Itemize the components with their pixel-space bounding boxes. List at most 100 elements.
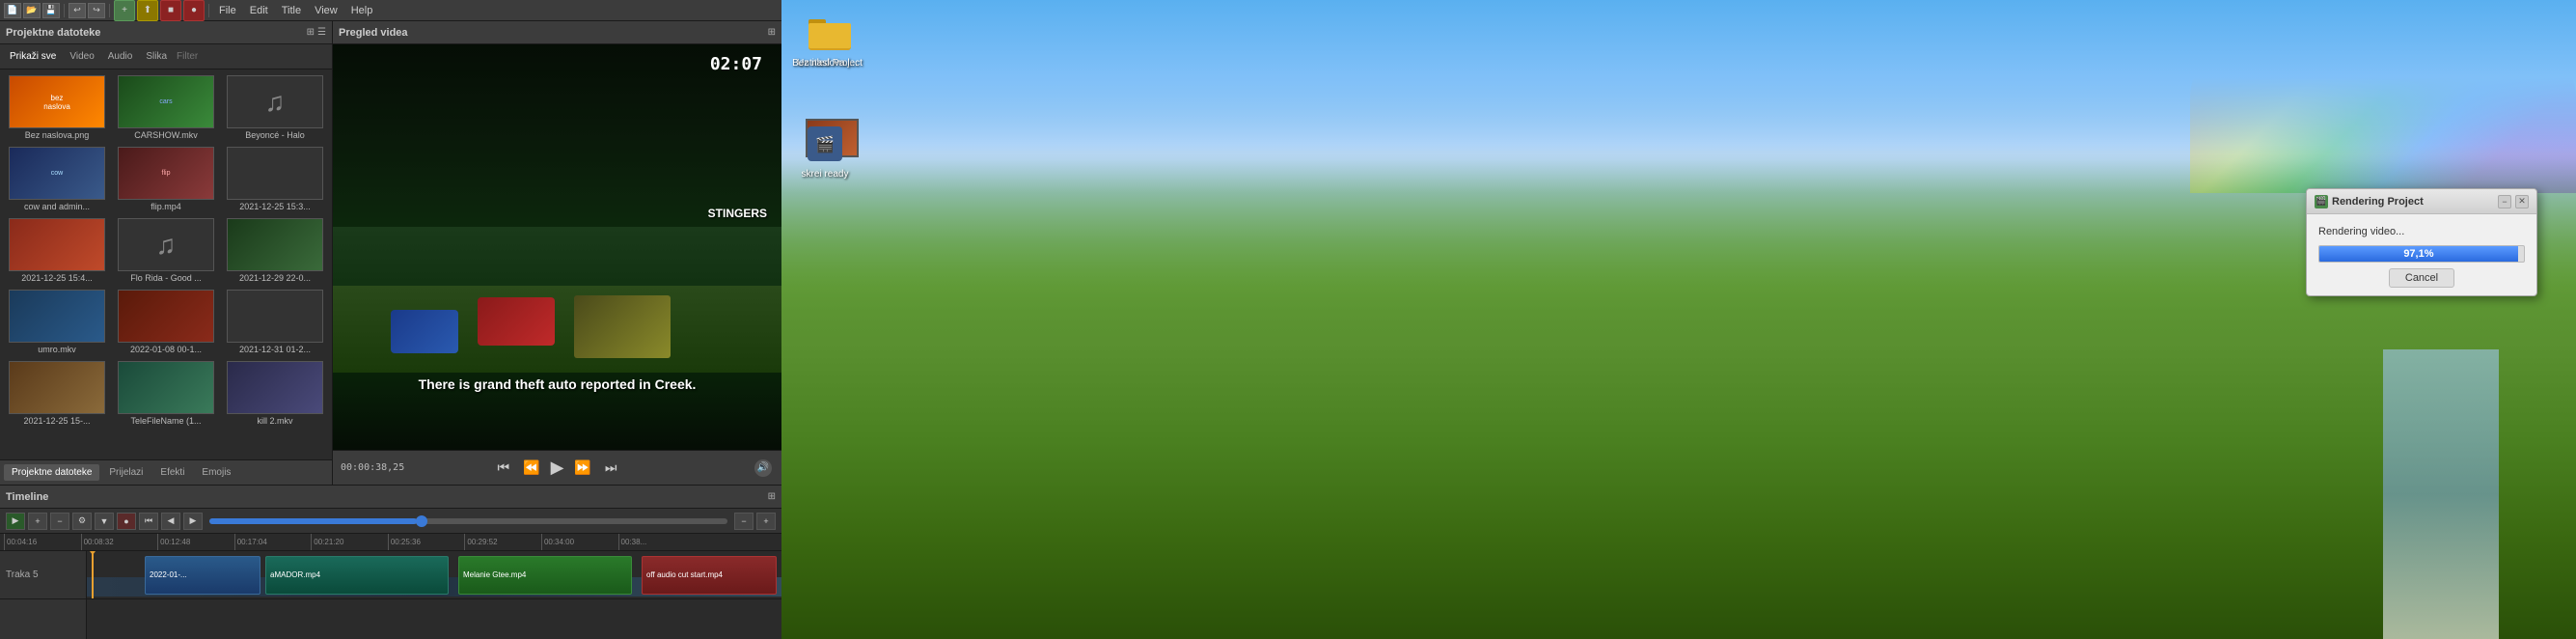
file-item[interactable]: 2021-12-29 22-0... [222, 216, 328, 285]
skip-to-start-btn[interactable]: ⏮ [495, 457, 513, 479]
clip[interactable]: aMADOR.mp4 [265, 556, 449, 595]
car-red [478, 297, 555, 346]
track-content: 2022-01-... aMADOR.mp4 Melanie Gtee.mp4 … [87, 551, 781, 639]
file-tabs: Projektne datoteke Prijelazi Efekti Emoj… [0, 459, 332, 485]
render-dialog: 🎬 Rendering Project − ✕ Rendering video.… [2306, 188, 2537, 296]
ruler-mark: 00:21:20 [311, 534, 388, 550]
menu-file[interactable]: File [213, 5, 242, 16]
car-blue [391, 310, 458, 353]
skip-to-end-btn[interactable]: ⏭ [602, 457, 620, 479]
export-icon[interactable]: ⬆ [137, 0, 158, 21]
filter-image[interactable]: Slika [142, 49, 171, 64]
file-item[interactable]: ♫ Flo Rida - Good ... [113, 216, 219, 285]
desktop-icon-bez-naslova[interactable]: Bez naslova.l... [791, 56, 859, 69]
menu-title[interactable]: Title [276, 5, 307, 16]
file-item[interactable]: kill 2.mkv [222, 359, 328, 428]
menu-help[interactable]: Help [345, 5, 379, 16]
file-item[interactable]: cars CARSHOW.mkv [113, 73, 219, 142]
dialog-controls: − ✕ [2498, 195, 2529, 208]
file-item[interactable]: 2021-12-25 15-... [4, 359, 110, 428]
render-dialog-body: Rendering video... 97,1% Cancel [2307, 214, 2536, 295]
clip[interactable]: 2022-01-... [145, 556, 260, 595]
timeline-controls: ▶ + − ⚙ ▼ ● ⏮ ◀ ▶ − + [0, 509, 781, 534]
file-item[interactable]: TeleFileName (1... [113, 359, 219, 428]
desktop-icon-skrei[interactable]: 🎬 skrei ready [791, 121, 859, 180]
file-thumb [9, 218, 105, 271]
tl-prev-btn[interactable]: ◀ [161, 513, 180, 530]
filter-input[interactable] [177, 51, 326, 62]
file-name: 2021-12-29 22-0... [227, 273, 323, 283]
file-item[interactable]: 2021-12-25 15:3... [222, 145, 328, 213]
track-row[interactable]: 2022-01-... aMADOR.mp4 Melanie Gtee.mp4 … [87, 551, 781, 599]
record-icon[interactable]: ● [183, 0, 205, 21]
tl-add-track-btn[interactable]: + [28, 513, 47, 530]
filter-video[interactable]: Video [66, 49, 97, 64]
file-name: Beyoncé - Halo [227, 130, 323, 140]
filter-all[interactable]: Prikaži sve [6, 49, 60, 64]
file-item[interactable]: 2021-12-31 01-2... [222, 288, 328, 356]
stinger-badge: STINGERS [708, 207, 767, 220]
file-thumb: cars [118, 75, 214, 128]
tl-settings-btn[interactable]: ⚙ [72, 513, 92, 530]
tl-zoom-out-btn[interactable]: − [734, 513, 754, 530]
clip[interactable]: Melanie Gtee.mp4 [458, 556, 632, 595]
tl-zoom-thumb [416, 515, 427, 527]
file-item[interactable]: cow cow and admin... [4, 145, 110, 213]
panel-grid-icon[interactable]: ⊞ [307, 27, 315, 38]
tl-down-arrow-btn[interactable]: ▼ [95, 513, 114, 530]
scene-subtitle: There is grand theft auto reported in Cr… [419, 376, 697, 392]
tab-efekti[interactable]: Efekti [152, 464, 192, 481]
separator-3 [208, 4, 209, 17]
timeline-title: Timeline [6, 491, 48, 503]
file-item[interactable]: ♫ Beyoncé - Halo [222, 73, 328, 142]
open-file-icon[interactable]: 📂 [23, 3, 41, 18]
ruler-mark: 00:25:36 [388, 534, 465, 550]
volume-btn[interactable]: 🔊 [754, 459, 772, 477]
ruler-mark: 00:08:32 [81, 534, 158, 550]
tl-record-btn[interactable]: ● [117, 513, 136, 530]
bez-naslova-label: Bez naslova.l... [792, 58, 858, 69]
filter-audio[interactable]: Audio [104, 49, 137, 64]
preview-menu-icon[interactable]: ⊞ [768, 27, 776, 38]
undo-icon[interactable]: ↩ [69, 3, 86, 18]
tab-emojis[interactable]: Emojis [194, 464, 238, 481]
clip[interactable]: off audio cut start.mp4 [642, 556, 777, 595]
timeline-menu-icon[interactable]: ⊞ [768, 491, 776, 502]
save-icon[interactable]: 💾 [42, 3, 60, 18]
new-file-icon[interactable]: 📄 [4, 3, 21, 18]
dialog-close-btn[interactable]: ✕ [2515, 195, 2529, 208]
file-thumb [227, 147, 323, 200]
file-grid: beznaslova Bez naslova.png cars CARSHOW.… [0, 69, 332, 459]
tl-play-btn[interactable]: ▶ [6, 513, 25, 530]
play-pause-btn[interactable]: ▶ [551, 458, 564, 478]
file-thumb [227, 361, 323, 414]
tl-next-btn[interactable]: ▶ [183, 513, 203, 530]
tab-projektne[interactable]: Projektne datoteke [4, 464, 99, 481]
fast-forward-btn[interactable]: ⏩ [571, 457, 593, 479]
file-item[interactable]: beznaslova Bez naslova.png [4, 73, 110, 142]
dialog-minimize-btn[interactable]: − [2498, 195, 2511, 208]
rewind-btn[interactable]: ⏪ [520, 457, 542, 479]
render-icon: 🎬 [2315, 195, 2328, 208]
tab-prijelazi[interactable]: Prijelazi [101, 464, 151, 481]
stop-icon[interactable]: ■ [160, 0, 181, 21]
tl-zoom-slider[interactable] [209, 518, 727, 524]
preview-canvas: STINGERS 02:07 There is grand theft auto… [333, 44, 781, 450]
render-cancel-btn[interactable]: Cancel [2389, 268, 2454, 288]
menu-view[interactable]: View [309, 5, 343, 16]
redo-icon[interactable]: ↪ [88, 3, 105, 18]
tl-zoom-in-btn[interactable]: + [756, 513, 776, 530]
editor-panel: 📄 📂 💾 ↩ ↪ + ⬆ ■ ● File Edit Title View H… [0, 0, 781, 639]
file-name: cow and admin... [9, 202, 105, 211]
file-item[interactable]: flip flip.mp4 [113, 145, 219, 213]
add-icon[interactable]: + [114, 0, 135, 21]
file-item[interactable]: 2022-01-08 00-1... [113, 288, 219, 356]
file-item[interactable]: 2021-12-25 15:4... [4, 216, 110, 285]
menu-edit[interactable]: Edit [244, 5, 274, 16]
render-progress-bar: 97,1% [2318, 245, 2525, 263]
tl-skip-start-btn[interactable]: ⏮ [139, 513, 158, 530]
panel-list-icon[interactable]: ☰ [317, 27, 326, 38]
tl-remove-track-btn[interactable]: − [50, 513, 69, 530]
file-item[interactable]: umro.mkv [4, 288, 110, 356]
ruler-mark: 00:04:16 [4, 534, 81, 550]
